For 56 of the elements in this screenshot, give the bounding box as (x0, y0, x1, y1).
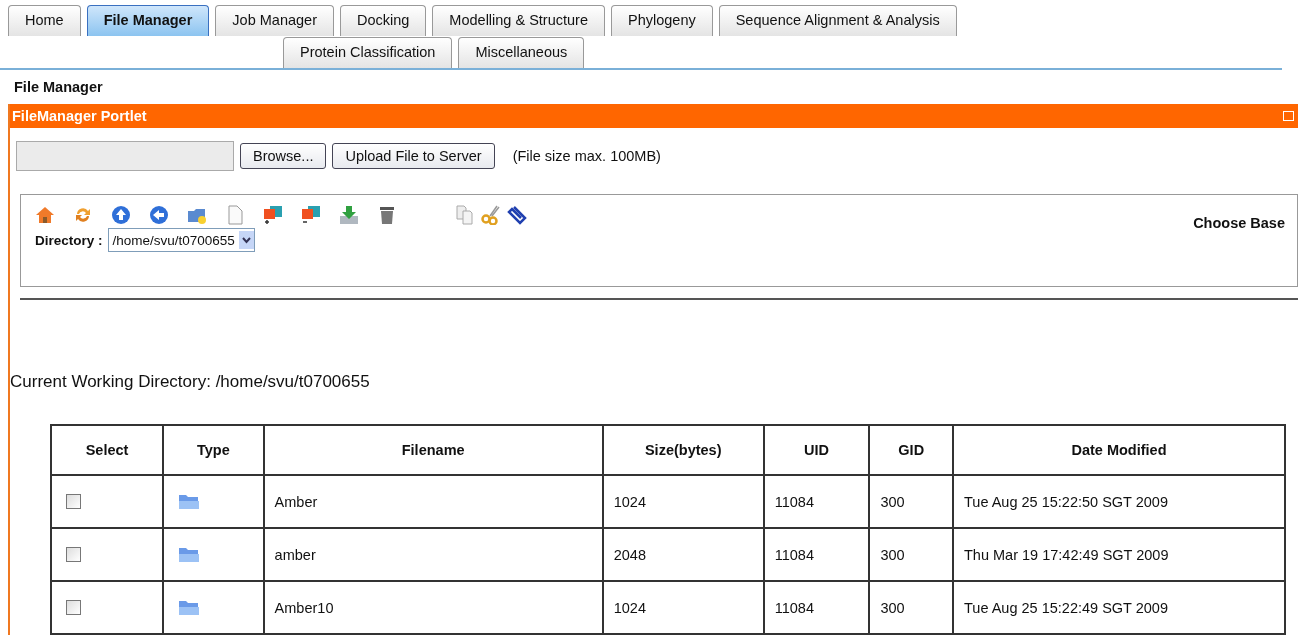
file-size-note: (File size max. 100MB) (512, 148, 661, 164)
table-cell: Thu Mar 19 17:42:49 SGT 2009 (953, 528, 1285, 581)
table-cell: Tue Aug 25 15:22:50 SGT 2009 (953, 475, 1285, 528)
current-directory-text: Current Working Directory: /home/svu/t0700655 (10, 372, 371, 392)
table-cell: Tue Aug 25 15:22:49 SGT 2009 (953, 581, 1285, 634)
table-cell: Amber (263, 475, 603, 528)
table-cell: 11084 (763, 475, 870, 528)
folder-icon (178, 599, 201, 616)
paperclip-icon[interactable] (507, 205, 527, 225)
select-checkbox[interactable] (66, 547, 81, 562)
table-cell: 11084 (763, 528, 870, 581)
select-checkbox[interactable] (66, 494, 81, 509)
table-cell: 1024 (602, 475, 764, 528)
choose-base-label: Choose Base (1193, 215, 1285, 233)
table-cell: 300 (869, 475, 953, 528)
refresh-icon[interactable] (73, 205, 93, 225)
nav-tab[interactable]: Modelling & Structure (432, 5, 605, 36)
table-cell: 300 (869, 581, 953, 634)
table-cell: 2048 (602, 528, 764, 581)
column-header: Select (51, 425, 164, 475)
nav-tab[interactable]: Job Manager (215, 5, 334, 36)
home-icon[interactable] (35, 205, 55, 225)
nav-tab[interactable]: Sequence Alignment & Analysis (718, 5, 957, 36)
folder-plus-monitor-icon[interactable] (263, 205, 283, 225)
folder-icon (178, 493, 201, 510)
scissors-icon[interactable] (481, 205, 501, 225)
column-header: UID (763, 425, 870, 475)
table-cell: amber (263, 528, 603, 581)
column-header: GID (869, 425, 953, 475)
nav-tab[interactable]: Docking (339, 5, 427, 36)
download-tray-icon[interactable] (339, 205, 359, 225)
select-checkbox[interactable] (66, 600, 81, 615)
nav-tab[interactable]: Phylogeny (611, 5, 713, 36)
browse-button[interactable]: Browse... (240, 143, 327, 169)
nav-tab[interactable]: Miscellaneous (458, 37, 585, 68)
table-cell: 1024 (602, 581, 764, 634)
file-path-field[interactable] (16, 141, 234, 171)
nav-tab[interactable]: Protein Classification (283, 37, 453, 68)
column-header: Size(bytes) (602, 425, 764, 475)
trash-icon[interactable] (377, 205, 397, 225)
column-header: Filename (263, 425, 603, 475)
folder-icon (178, 546, 201, 563)
nav-tab[interactable]: File Manager (86, 5, 210, 36)
portlet-title: FileManager Portlet (12, 108, 147, 124)
page-title: File Manager (13, 78, 103, 97)
upload-button[interactable]: Upload File to Server (332, 143, 495, 169)
nav-tab[interactable]: Home (8, 5, 81, 36)
minimize-icon[interactable] (1283, 111, 1294, 121)
directory-label: Directory : (35, 232, 103, 248)
column-header: Type (163, 425, 264, 475)
column-header: Date Modified (953, 425, 1285, 475)
directory-dropdown[interactable]: /home/svu/t0700655 (107, 228, 255, 252)
table-cell: 11084 (763, 581, 870, 634)
table-cell: Amber10 (263, 581, 603, 634)
table-cell: 300 (869, 528, 953, 581)
folder-minus-monitor-icon[interactable] (301, 205, 321, 225)
